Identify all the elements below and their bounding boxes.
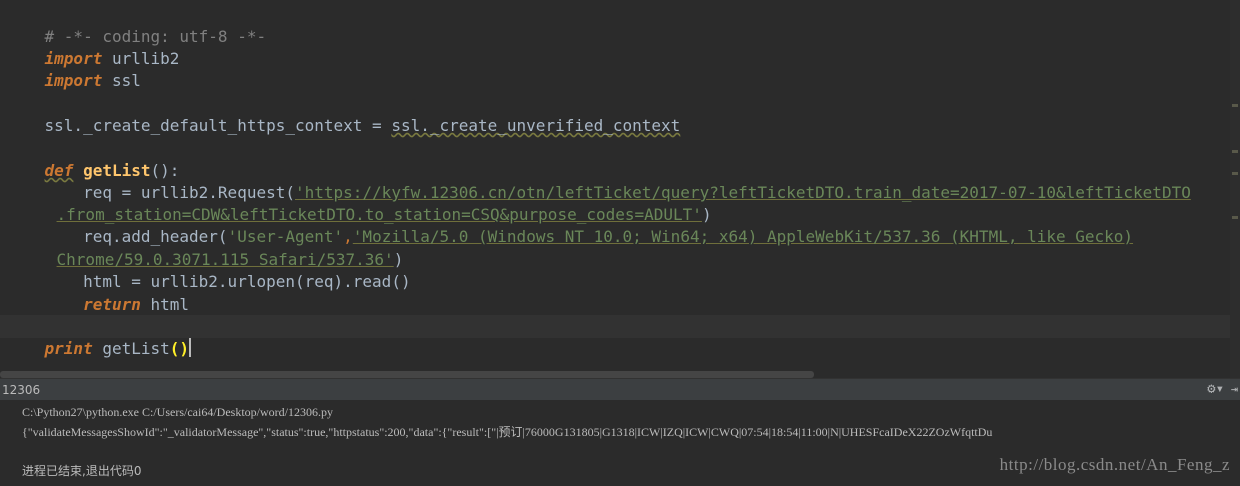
warning-mark[interactable] [1232,150,1238,153]
import-keyword: import [44,71,103,90]
warning-mark[interactable] [1232,172,1238,175]
warning-mark[interactable] [1232,104,1238,107]
run-panel-header: 12306 ⚙▾ ⇥ [0,378,1240,402]
code-line-7[interactable]: def getList(): [6,138,180,180]
watermark: http://blog.csdn.net/An_Feng_z [999,455,1230,474]
console-command: C:\Python27\python.exe C:/Users/cai64/De… [22,405,333,419]
code-line-2[interactable]: import urllib2 [6,26,180,68]
code-editor[interactable]: # -*- coding: utf-8 -*- import urllib2 i… [0,0,1240,378]
horizontal-scrollbar[interactable] [0,371,814,378]
code-line-8[interactable]: req = urllib2.Request('https://kyfw.1230… [6,160,1191,202]
text-caret [189,338,192,357]
code-line-5[interactable]: ssl._create_default_https_context = ssl.… [6,93,681,135]
code-line-9[interactable]: req.add_header('User-Agent','Mozilla/5.0… [6,204,1133,246]
code-line-8-wrap[interactable]: .from_station=CDW&leftTicketDTO.to_stati… [18,182,712,224]
print-keyword: print [44,339,93,358]
code-line-3[interactable]: import ssl [6,48,141,90]
return-tail: html [140,295,190,314]
code-line-13[interactable]: print getList() [6,316,192,358]
ua-value-part1: 'Mozilla/5.0 (Windows NT 10.0; Win64; x6… [352,227,1134,246]
print-parens: () [169,339,190,358]
code-line-11[interactable]: return html [6,272,189,314]
code-line-9-wrap[interactable]: Chrome/59.0.3071.115 Safari/537.36') [18,227,404,269]
hide-icon[interactable]: ⇥ [1231,382,1238,396]
error-stripe[interactable] [1230,0,1240,378]
console-output: {"validateMessagesShowId":"_validatorMes… [22,425,993,439]
warning-mark[interactable] [1232,216,1238,219]
code-line-1[interactable]: # -*- coding: utf-8 -*- [6,4,267,46]
return-keyword: return [83,295,141,314]
print-call: getList [92,339,170,358]
ssl-assign-lhs: ssl._create_default_https_context = [44,116,392,135]
code-line-10[interactable]: html = urllib2.urlopen(req).read() [6,249,411,291]
return-indent [45,295,84,314]
module-ssl: ssl [102,71,141,90]
ssl-assign-rhs: ssl._create_unverified_context [391,116,681,135]
run-config-title[interactable]: 12306 [2,379,40,401]
console-exit-message: 进程已结束,退出代码0 [22,464,142,478]
gear-icon[interactable]: ⚙▾ [1207,381,1224,397]
